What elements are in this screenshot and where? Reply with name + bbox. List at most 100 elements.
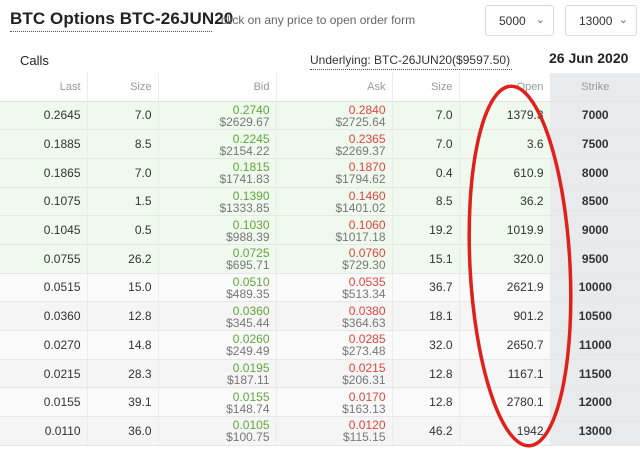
min-strike-select[interactable]: 5000 ⌄ (485, 5, 554, 36)
bid-price-usd[interactable]: $489.35 (159, 288, 269, 300)
ask-price-usd[interactable]: $513.34 (277, 288, 385, 300)
column-header-last: Last (0, 73, 87, 102)
title-underline (10, 31, 212, 32)
bid-price-cell[interactable]: 0.2245 $2154.22 (157, 129, 276, 159)
ask-price-usd[interactable]: $2269.37 (277, 145, 385, 157)
top-bar: BTC Options BTC-26JUN20 click on any pri… (0, 0, 640, 44)
ask-price-cell[interactable]: 0.1060 $1017.18 (275, 215, 392, 245)
bid-price-cell[interactable]: 0.0105 $100.75 (157, 416, 276, 446)
ask-price-usd[interactable]: $364.63 (277, 317, 385, 329)
table-row: 0.1865 7.0 0.1815 $1741.83 0.1870 $1794.62 0.4… (0, 158, 640, 188)
page-title: BTC Options BTC-26JUN20 (10, 9, 234, 28)
bid-price-usd[interactable]: $100.75 (159, 431, 269, 443)
last-price-cell: 0.0270 (0, 330, 87, 360)
bid-price-usd[interactable]: $2154.22 (159, 145, 269, 157)
table-row: 0.0270 14.8 0.0260 $249.49 0.0285 $273.48 32.0… (0, 330, 640, 360)
max-strike-select[interactable]: 13000 ⌄ (565, 5, 637, 36)
bid-price-usd[interactable]: $345.44 (159, 317, 269, 329)
bid-size-cell: 8.5 (86, 129, 158, 159)
bid-price-cell[interactable]: 0.0155 $148.74 (157, 387, 276, 418)
ask-price[interactable]: 0.2365 (277, 133, 386, 145)
ask-price-cell[interactable]: 0.0760 $729.30 (275, 244, 392, 274)
ask-price-usd[interactable]: $2725.64 (277, 116, 385, 128)
table-row: 0.0515 15.0 0.0510 $489.35 0.0535 $513.34 36.7… (0, 273, 640, 303)
open-interest-cell: 1942 (458, 416, 550, 446)
table-header-row: Last Size Bid Ask Size Open Strike (0, 73, 640, 102)
last-price-cell: 0.0215 (0, 359, 87, 389)
ask-price-cell[interactable]: 0.0535 $513.34 (275, 273, 392, 303)
ask-size-cell: 18.1 (391, 301, 459, 331)
ask-price-usd[interactable]: $1401.02 (277, 202, 385, 214)
bid-size-cell: 36.0 (86, 416, 158, 446)
ask-price-usd[interactable]: $163.13 (277, 403, 385, 415)
ask-price-cell[interactable]: 0.2365 $2269.37 (275, 129, 392, 159)
ask-price-cell[interactable]: 0.0170 $163.13 (275, 387, 392, 418)
open-interest-cell: 2621.9 (458, 273, 550, 303)
bid-price-cell[interactable]: 0.1390 $1333.85 (157, 187, 276, 217)
ask-price-cell[interactable]: 0.0380 $364.63 (275, 301, 392, 331)
bid-price-cell[interactable]: 0.0360 $345.44 (157, 301, 276, 331)
strike-cell: 8000 (549, 158, 640, 188)
ask-price-usd[interactable]: $273.48 (277, 345, 385, 357)
ask-price[interactable]: 0.1060 (277, 219, 386, 231)
underlying-label: Underlying: BTC-26JUN20($9597.50) (310, 53, 511, 67)
ask-price-cell[interactable]: 0.1460 $1401.02 (275, 187, 392, 217)
expiry-date: 26 Jun 2020 (549, 50, 629, 66)
strike-cell: 11500 (549, 359, 640, 389)
open-interest-cell: 36.2 (458, 187, 550, 217)
ask-size-cell: 8.5 (391, 187, 459, 217)
ask-price-cell[interactable]: 0.1870 $1794.62 (275, 158, 392, 188)
calls-label: Calls (20, 53, 49, 68)
bid-price[interactable]: 0.2245 (159, 133, 270, 145)
table-body: 0.2645 7.0 0.2740 $2629.67 0.2840 $2725.64 7.0… (0, 101, 640, 446)
bid-price-cell[interactable]: 0.1030 $988.39 (157, 215, 276, 245)
column-header-ask: Ask (275, 73, 392, 102)
bid-price-cell[interactable]: 0.0260 $249.49 (157, 330, 276, 360)
bid-price[interactable]: 0.0360 (159, 305, 270, 317)
ask-price-usd[interactable]: $1017.18 (277, 231, 385, 243)
strike-cell: 10000 (549, 273, 640, 303)
bid-size-cell: 39.1 (86, 387, 158, 418)
bid-price-usd[interactable]: $249.49 (159, 345, 269, 357)
bid-size-cell: 28.3 (86, 359, 158, 389)
bid-price-usd[interactable]: $1333.85 (159, 202, 269, 214)
ask-price-usd[interactable]: $206.31 (277, 374, 385, 386)
bid-price-cell[interactable]: 0.0510 $489.35 (157, 273, 276, 303)
bid-price-usd[interactable]: $695.71 (159, 259, 269, 271)
ask-price[interactable]: 0.0170 (277, 391, 386, 403)
ask-price[interactable]: 0.0380 (277, 305, 386, 317)
strike-cell: 7500 (549, 129, 640, 159)
last-price-cell: 0.1885 (0, 129, 87, 159)
ask-price-usd[interactable]: $729.30 (277, 259, 385, 271)
ask-price-usd[interactable]: $115.15 (277, 431, 386, 443)
ask-size-cell: 36.7 (391, 273, 459, 303)
open-interest-cell: 2650.7 (458, 330, 550, 360)
ask-price-cell[interactable]: 0.2840 $2725.64 (275, 101, 392, 131)
open-interest-cell: 1019.9 (458, 215, 550, 245)
bid-price-usd[interactable]: $148.74 (159, 403, 269, 415)
ask-price-usd[interactable]: $1794.62 (277, 173, 385, 185)
bid-price-usd[interactable]: $988.39 (159, 231, 269, 243)
sub-header: Calls Underlying: BTC-26JUN20($9597.50) … (0, 44, 640, 74)
bid-price-cell[interactable]: 0.0725 $695.71 (157, 244, 276, 274)
ask-price-cell[interactable]: 0.0120 $115.15 (275, 416, 392, 446)
open-interest-cell: 320.0 (458, 244, 550, 274)
bid-price-usd[interactable]: $187.11 (159, 374, 270, 386)
ask-price-cell[interactable]: 0.0215 $206.31 (275, 359, 392, 389)
bid-price-usd[interactable]: $2629.67 (159, 116, 269, 128)
ask-size-cell: 46.2 (391, 416, 459, 446)
open-interest-cell: 1167.1 (458, 359, 550, 389)
bid-price-cell[interactable]: 0.2740 $2629.67 (157, 101, 276, 131)
bid-price-cell[interactable]: 0.0195 $187.11 (157, 359, 276, 389)
table-row: 0.1885 8.5 0.2245 $2154.22 0.2365 $2269.37 7.0… (0, 129, 640, 159)
ask-price-cell[interactable]: 0.0285 $273.48 (275, 330, 392, 360)
bid-price-cell[interactable]: 0.1815 $1741.83 (157, 158, 276, 188)
strike-cell: 11000 (549, 330, 640, 360)
bid-price[interactable]: 0.1030 (159, 219, 270, 231)
min-strike-value: 5000 (499, 14, 526, 28)
last-price-cell: 0.0515 (0, 273, 87, 303)
last-price-cell: 0.0110 (0, 416, 87, 446)
bid-price[interactable]: 0.0155 (159, 391, 270, 403)
strike-cell: 9000 (549, 215, 640, 245)
bid-price-usd[interactable]: $1741.83 (159, 173, 269, 185)
